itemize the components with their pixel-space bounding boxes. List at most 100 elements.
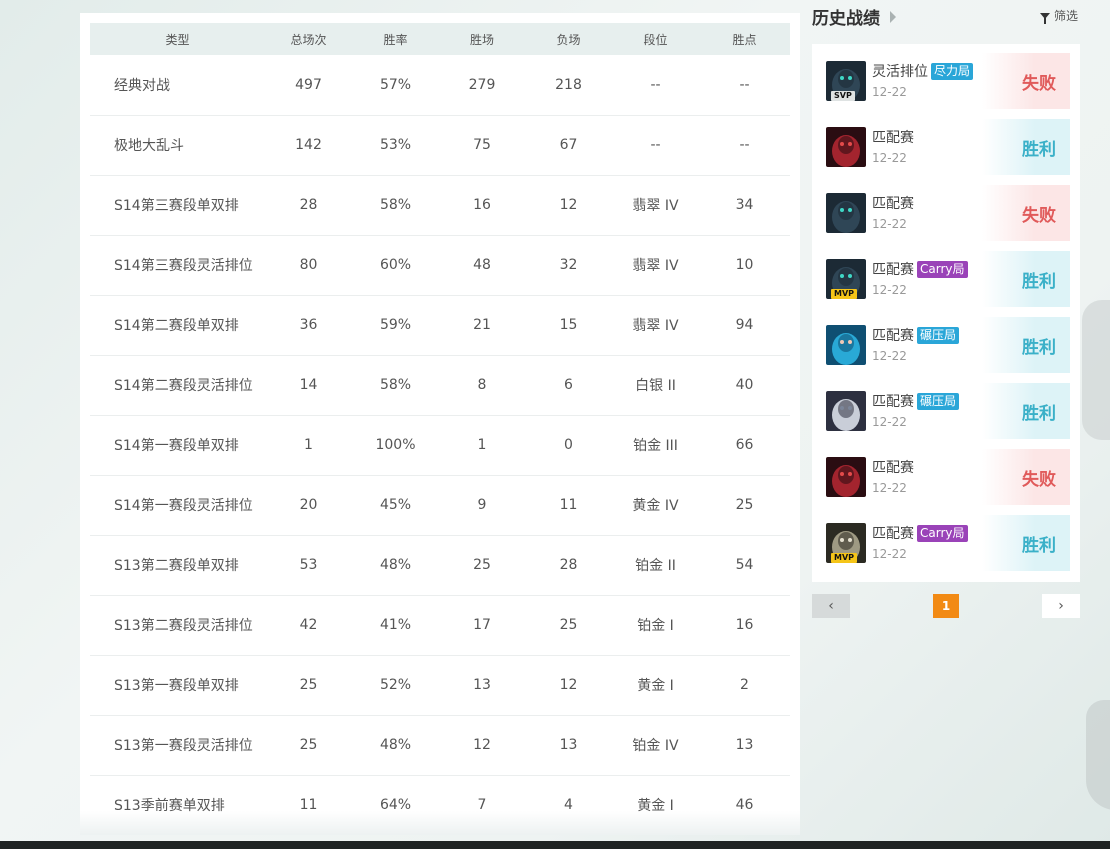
cell-losses: 218 xyxy=(555,76,582,93)
cell-type: S14第三赛段灵活排位 xyxy=(114,258,253,274)
table-row: S14第一赛段灵活排位 20 45% 9 11 黄金 IV 25 xyxy=(90,475,790,535)
cell-league-points: 2 xyxy=(740,677,749,693)
cell-type: S13第二赛段单双排 xyxy=(114,558,239,574)
chevron-right-icon: › xyxy=(1058,598,1064,614)
cell-type: 经典对战 xyxy=(114,77,170,94)
match-mode-label: 匹配赛 xyxy=(872,328,914,344)
champion-portrait: MVP xyxy=(826,523,866,563)
chevron-right-icon xyxy=(890,10,896,23)
match-item[interactable]: SVP 灵活排位 尽力局 12-22 失败 xyxy=(822,53,1070,109)
match-result: 胜利 xyxy=(982,383,1070,439)
header-win-rate: 胜率 xyxy=(383,32,408,47)
header-total-games: 总场次 xyxy=(290,32,327,47)
history-title[interactable]: 历史战绩 xyxy=(812,4,896,29)
match-date: 12-22 xyxy=(872,415,907,429)
filter-label: 筛选 xyxy=(1054,9,1079,23)
match-item[interactable]: 匹配赛 碾压局 12-22 胜利 xyxy=(822,317,1070,373)
cell-rank: 翡翠 IV xyxy=(632,258,679,274)
table-row: S13第二赛段灵活排位 42 41% 17 25 铂金 I 16 xyxy=(90,595,790,655)
cell-league-points: 10 xyxy=(735,257,754,273)
match-mode: 匹配赛 Carry局 xyxy=(872,523,968,543)
prev-page-button[interactable]: ‹ xyxy=(812,594,850,618)
match-tag: 尽力局 xyxy=(931,62,974,80)
cell-type: S14第一赛段单双排 xyxy=(114,438,239,454)
match-mode: 匹配赛 Carry局 xyxy=(872,259,968,279)
match-item[interactable]: 匹配赛 12-22 失败 xyxy=(822,185,1070,241)
header-league-points: 胜点 xyxy=(732,32,757,47)
table-row: S13第一赛段单双排 25 52% 13 12 黄金 I 2 xyxy=(90,655,790,715)
cell-league-points: 94 xyxy=(735,317,754,333)
champion-portrait xyxy=(826,391,866,431)
cell-wins: 25 xyxy=(473,557,491,573)
cell-win-rate: 52% xyxy=(379,677,412,693)
cell-wins: 8 xyxy=(477,377,487,393)
cell-league-points: 66 xyxy=(735,437,754,453)
cell-wins: 13 xyxy=(473,677,491,693)
cell-league-points: 40 xyxy=(735,377,754,393)
cell-total-games: 25 xyxy=(299,737,318,753)
cell-losses: 4 xyxy=(564,797,573,813)
match-mode-label: 匹配赛 xyxy=(872,196,914,212)
cell-total-games: 80 xyxy=(299,257,318,273)
table-row: S14第三赛段灵活排位 80 60% 48 32 翡翠 IV 10 xyxy=(90,235,790,295)
match-result: 胜利 xyxy=(982,515,1070,571)
match-mode-label: 匹配赛 xyxy=(872,394,914,410)
cell-league-points: 16 xyxy=(735,617,754,633)
table-row: 极地大乱斗 142 53% 75 67 -- -- xyxy=(90,115,790,175)
match-date: 12-22 xyxy=(872,481,907,495)
cell-losses: 28 xyxy=(559,557,578,573)
cell-type: S14第三赛段单双排 xyxy=(114,198,239,214)
next-page-button[interactable]: › xyxy=(1042,594,1080,618)
cell-rank: 翡翠 IV xyxy=(632,318,679,334)
cell-rank: -- xyxy=(650,76,661,93)
table-row: S14第三赛段单双排 28 58% 16 12 翡翠 IV 34 xyxy=(90,175,790,235)
match-result: 失败 xyxy=(982,185,1070,241)
cell-type: S13季前赛单双排 xyxy=(114,798,225,814)
champion-portrait xyxy=(826,193,866,233)
background-decoration xyxy=(1086,700,1110,810)
match-item[interactable]: 匹配赛 碾压局 12-22 胜利 xyxy=(822,383,1070,439)
champion-portrait xyxy=(826,325,866,365)
table-row: S14第二赛段灵活排位 14 58% 8 6 白银 II 40 xyxy=(90,355,790,415)
cell-win-rate: 48% xyxy=(379,737,412,753)
cell-league-points: 34 xyxy=(735,197,754,213)
cell-total-games: 11 xyxy=(299,797,318,813)
cell-rank: 翡翠 IV xyxy=(632,198,679,214)
match-history-list: SVP 灵活排位 尽力局 12-22 失败 匹配赛 12-22 胜利 匹配赛 12-22 失败 MVP… xyxy=(812,44,1080,582)
cell-rank: 黄金 I xyxy=(637,798,674,814)
match-item[interactable]: 匹配赛 12-22 胜利 xyxy=(822,119,1070,175)
cell-type: S14第一赛段灵活排位 xyxy=(114,498,253,514)
match-item[interactable]: 匹配赛 12-22 失败 xyxy=(822,449,1070,505)
table-row: S13季前赛单双排 11 64% 7 4 黄金 I 46 xyxy=(90,775,790,835)
cell-losses: 12 xyxy=(559,677,578,693)
match-date: 12-22 xyxy=(872,283,907,297)
cell-type: S13第一赛段单双排 xyxy=(114,678,239,694)
cell-total-games: 28 xyxy=(299,197,318,213)
match-date: 12-22 xyxy=(872,217,907,231)
match-result: 胜利 xyxy=(982,251,1070,307)
match-mode: 匹配赛 xyxy=(872,193,914,213)
mvp-badge: MVP xyxy=(831,289,858,299)
cell-rank: -- xyxy=(650,137,661,153)
cell-wins: 7 xyxy=(477,797,487,813)
cell-win-rate: 45% xyxy=(379,497,412,513)
cell-losses: 32 xyxy=(559,257,578,273)
cell-wins: 17 xyxy=(473,617,491,633)
match-tag: Carry局 xyxy=(917,260,968,278)
match-item[interactable]: MVP 匹配赛 Carry局 12-22 胜利 xyxy=(822,515,1070,571)
cell-type: S13第一赛段灵活排位 xyxy=(114,738,253,754)
match-result: 失败 xyxy=(982,53,1070,109)
page-number-current[interactable]: 1 xyxy=(933,594,959,618)
match-item[interactable]: MVP 匹配赛 Carry局 12-22 胜利 xyxy=(822,251,1070,307)
match-mode-label: 匹配赛 xyxy=(872,526,914,542)
table-row: S14第二赛段单双排 36 59% 21 15 翡翠 IV 94 xyxy=(90,295,790,355)
filter-button[interactable]: 筛选 xyxy=(1040,7,1078,24)
cell-win-rate: 53% xyxy=(379,137,412,153)
cell-type: 极地大乱斗 xyxy=(114,138,184,154)
cell-total-games: 1 xyxy=(304,437,313,453)
mvp-badge: MVP xyxy=(831,553,858,563)
match-mode: 匹配赛 碾压局 xyxy=(872,391,960,411)
cell-league-points: 25 xyxy=(735,497,754,513)
cell-rank: 白银 II xyxy=(635,378,676,394)
svp-badge: SVP xyxy=(831,91,855,101)
